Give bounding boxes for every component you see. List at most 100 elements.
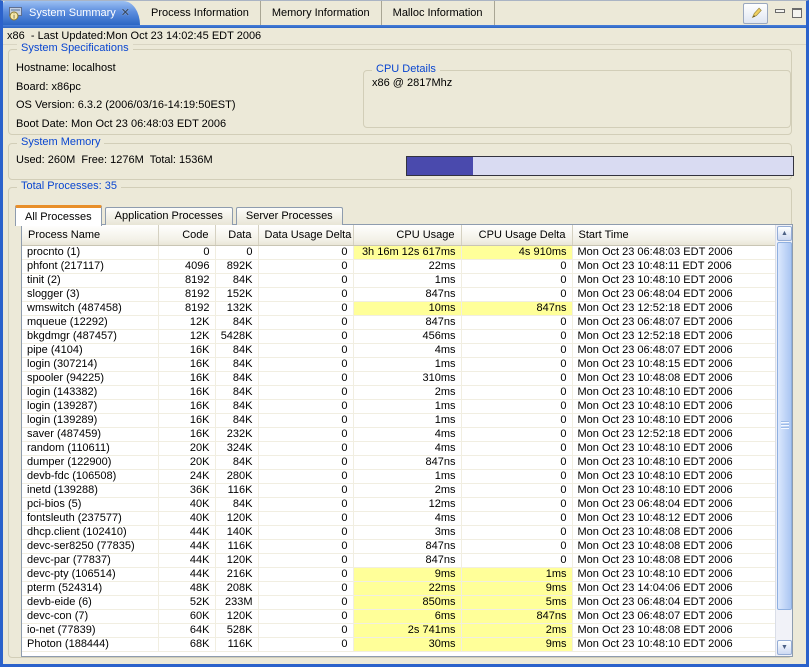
tab-malloc-information[interactable]: Malloc Information	[382, 1, 495, 25]
col-code[interactable]: Code	[158, 225, 215, 245]
col-data[interactable]: Data	[215, 225, 258, 245]
cell-name: dumper (122900)	[22, 455, 158, 469]
tab-process-information[interactable]: Process Information	[140, 1, 261, 25]
table-row[interactable]: random (110611) 20K 324K 0 4ms 0 Mon Oct…	[22, 441, 775, 455]
table-row[interactable]: devc-con (7) 60K 120K 0 6ms 847ns Mon Oc…	[22, 609, 775, 623]
table-row[interactable]: tinit (2) 8192 84K 0 1ms 0 Mon Oct 23 10…	[22, 273, 775, 287]
cell-data: 132K	[215, 301, 258, 315]
cell-data: 84K	[215, 399, 258, 413]
table-row[interactable]: devb-eide (6) 52K 233M 0 850ms 5ms Mon O…	[22, 595, 775, 609]
cell-code: 44K	[158, 539, 215, 553]
cell-cpu-usage: 4ms	[353, 441, 461, 455]
scroll-thumb[interactable]	[777, 242, 792, 610]
cell-data: 84K	[215, 315, 258, 329]
cell-cpu-usage: 2ms	[353, 483, 461, 497]
cell-data-usage-delta: 0	[258, 469, 353, 483]
annotate-pencil-button[interactable]	[743, 3, 768, 24]
table-row[interactable]: dhcp.client (102410) 44K 140K 0 3ms 0 Mo…	[22, 525, 775, 539]
minimize-button[interactable]	[775, 8, 785, 18]
tab-memory-information[interactable]: Memory Information	[261, 1, 382, 25]
col-cpu-usage[interactable]: CPU Usage	[353, 225, 461, 245]
cell-cpu-usage-delta: 0	[461, 287, 572, 301]
cell-data: 216K	[215, 567, 258, 581]
tab-label: Memory Information	[272, 7, 370, 19]
table-row[interactable]: slogger (3) 8192 152K 0 847ns 0 Mon Oct …	[22, 287, 775, 301]
cell-name: devb-eide (6)	[22, 595, 158, 609]
cell-data-usage-delta: 0	[258, 385, 353, 399]
table-row[interactable]: io-net (77839) 64K 528K 0 2s 741ms 2ms M…	[22, 623, 775, 637]
table-row[interactable]: wmswitch (487458) 8192 132K 0 10ms 847ns…	[22, 301, 775, 315]
cell-cpu-usage: 847ns	[353, 287, 461, 301]
vertical-scrollbar[interactable]: ▲ ▼	[775, 225, 792, 656]
cell-start-time: Mon Oct 23 10:48:10 EDT 2006	[572, 441, 775, 455]
maximize-button[interactable]	[792, 8, 802, 18]
cell-data-usage-delta: 0	[258, 525, 353, 539]
table-row[interactable]: inetd (139288) 36K 116K 0 2ms 0 Mon Oct …	[22, 483, 775, 497]
cell-code: 4096	[158, 259, 215, 273]
cell-code: 16K	[158, 385, 215, 399]
table-row[interactable]: mqueue (12292) 12K 84K 0 847ns 0 Mon Oct…	[22, 315, 775, 329]
table-row[interactable]: pipe (4104) 16K 84K 0 4ms 0 Mon Oct 23 0…	[22, 343, 775, 357]
table-row[interactable]: pterm (524314) 48K 208K 0 22ms 9ms Mon O…	[22, 581, 775, 595]
cell-name: pterm (524314)	[22, 581, 158, 595]
board-text: Board: x86pc	[16, 78, 236, 97]
scroll-down-button[interactable]: ▼	[777, 640, 792, 655]
cell-data: 84K	[215, 455, 258, 469]
cell-data: 116K	[215, 637, 258, 651]
tab-system-summary[interactable]: i System Summary ✕	[3, 1, 140, 25]
cell-code: 8192	[158, 301, 215, 315]
table-row[interactable]: dumper (122900) 20K 84K 0 847ns 0 Mon Oc…	[22, 455, 775, 469]
table-row[interactable]: phfont (217117) 4096 892K 0 22ms 0 Mon O…	[22, 259, 775, 273]
table-row[interactable]: pci-bios (5) 40K 84K 0 12ms 0 Mon Oct 23…	[22, 497, 775, 511]
cell-start-time: Mon Oct 23 06:48:07 EDT 2006	[572, 343, 775, 357]
cell-start-time: Mon Oct 23 06:48:07 EDT 2006	[572, 609, 775, 623]
table-row[interactable]: login (143382) 16K 84K 0 2ms 0 Mon Oct 2…	[22, 385, 775, 399]
tab-all-processes[interactable]: All Processes	[15, 205, 102, 226]
cpu-spec-text: x86 @ 2817Mhz	[372, 77, 452, 89]
table-row[interactable]: Photon (188444) 68K 116K 0 30ms 9ms Mon …	[22, 637, 775, 651]
table-row[interactable]: login (307214) 16K 84K 0 1ms 0 Mon Oct 2…	[22, 357, 775, 371]
cell-cpu-usage-delta: 0	[461, 525, 572, 539]
cell-code: 24K	[158, 469, 215, 483]
cell-data-usage-delta: 0	[258, 371, 353, 385]
cell-cpu-usage: 30ms	[353, 637, 461, 651]
table-row[interactable]: spooler (94225) 16K 84K 0 310ms 0 Mon Oc…	[22, 371, 775, 385]
cell-data-usage-delta: 0	[258, 511, 353, 525]
system-summary-icon: i	[8, 6, 24, 21]
cell-cpu-usage: 847ns	[353, 539, 461, 553]
col-cpu-usage-delta[interactable]: CPU Usage Delta	[461, 225, 572, 245]
table-row[interactable]: bkgdmgr (487457) 12K 5428K 0 456ms 0 Mon…	[22, 329, 775, 343]
cell-data-usage-delta: 0	[258, 455, 353, 469]
table-row[interactable]: login (139289) 16K 84K 0 1ms 0 Mon Oct 2…	[22, 413, 775, 427]
tab-application-processes[interactable]: Application Processes	[105, 207, 233, 225]
table-row[interactable]: saver (487459) 16K 232K 0 4ms 0 Mon Oct …	[22, 427, 775, 441]
table-row[interactable]: devc-pty (106514) 44K 216K 0 9ms 1ms Mon…	[22, 567, 775, 581]
minimize-icon	[775, 8, 785, 18]
maximize-icon	[792, 8, 802, 18]
cell-name: login (143382)	[22, 385, 158, 399]
table-row[interactable]: login (139287) 16K 84K 0 1ms 0 Mon Oct 2…	[22, 399, 775, 413]
cell-start-time: Mon Oct 23 06:48:04 EDT 2006	[572, 287, 775, 301]
cell-data: 120K	[215, 553, 258, 567]
col-start-time[interactable]: Start Time	[572, 225, 775, 245]
cell-data: 892K	[215, 259, 258, 273]
table-row[interactable]: devc-ser8250 (77835) 44K 116K 0 847ns 0 …	[22, 539, 775, 553]
system-memory-group: System Memory Used: 260M Free: 1276M Tot…	[8, 143, 792, 180]
table-row[interactable]: procnto (1) 0 0 0 3h 16m 12s 617ms 4s 91…	[22, 245, 775, 259]
table-row[interactable]: devc-par (77837) 44K 120K 0 847ns 0 Mon …	[22, 553, 775, 567]
cell-cpu-usage: 847ns	[353, 455, 461, 469]
cell-start-time: Mon Oct 23 10:48:10 EDT 2006	[572, 385, 775, 399]
cell-data: 208K	[215, 581, 258, 595]
col-data-usage-delta[interactable]: Data Usage Delta	[258, 225, 353, 245]
tab-server-processes[interactable]: Server Processes	[236, 207, 343, 225]
cell-start-time: Mon Oct 23 10:48:10 EDT 2006	[572, 413, 775, 427]
close-icon[interactable]: ✕	[121, 8, 130, 18]
cell-start-time: Mon Oct 23 10:48:10 EDT 2006	[572, 637, 775, 651]
col-process-name[interactable]: Process Name	[22, 225, 158, 245]
view-toolbar	[743, 2, 802, 24]
table-row[interactable]: fontsleuth (237577) 40K 120K 0 4ms 0 Mon…	[22, 511, 775, 525]
group-title: Total Processes: 35	[17, 180, 121, 192]
cell-cpu-usage: 4ms	[353, 427, 461, 441]
table-row[interactable]: devb-fdc (106508) 24K 280K 0 1ms 0 Mon O…	[22, 469, 775, 483]
scroll-up-button[interactable]: ▲	[777, 226, 792, 241]
